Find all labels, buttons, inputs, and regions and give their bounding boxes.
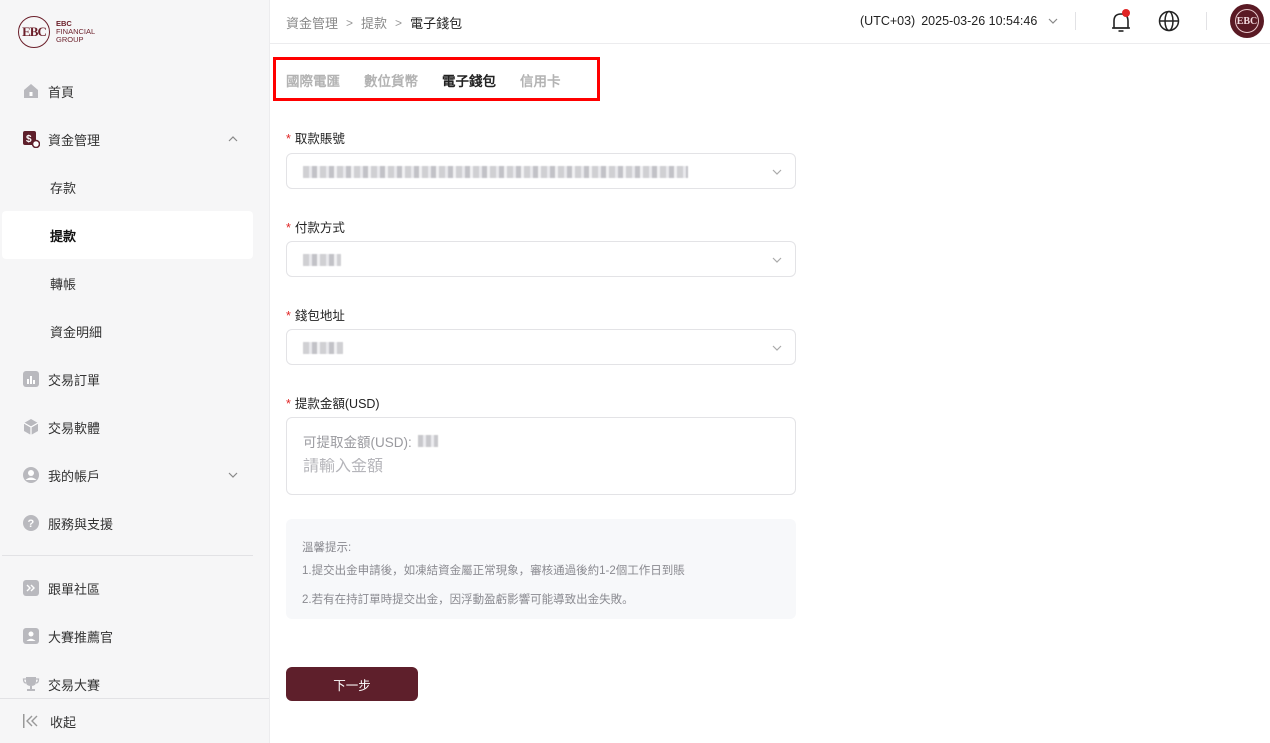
chevron-down-icon [772,169,782,175]
sidebar-item-label: 跟單社區 [48,581,101,597]
logo-text: EBC FINANCIAL GROUP [56,19,96,44]
chevron-down-icon [772,257,782,263]
collapse-sidebar-button[interactable]: 收起 [0,698,269,743]
sidebar-item-trade-orders[interactable]: 交易訂單 [0,355,269,403]
sidebar-item-label: 交易訂單 [48,372,101,388]
sidebar-item-fund-management[interactable]: $ 資金管理 [0,115,269,163]
cube-icon [22,418,40,436]
topbar-divider [1206,12,1207,30]
chevron-down-icon [772,345,782,351]
sidebar-item-transfer[interactable]: 轉帳 [0,259,269,307]
user-icon [22,466,40,484]
sidebar-item-withdraw[interactable]: 提款 [2,211,253,259]
payment-method-select[interactable] [286,241,796,277]
avatar-logo: EBC [1235,9,1259,33]
sidebar-item-label: 交易大賽 [48,677,101,693]
redacted-value [303,342,343,354]
sidebar: EBC EBC FINANCIAL GROUP 首頁 $ 資金管理 存款 提款 … [0,0,270,743]
sidebar-item-label: 首頁 [48,84,75,100]
trophy-icon [22,675,40,693]
wallet-address-select[interactable] [286,329,796,365]
collapse-label: 收起 [50,714,77,730]
available-amount: 可提取金額(USD): [303,431,438,451]
sidebar-item-label: 服務與支援 [48,516,114,532]
next-step-button[interactable]: 下一步 [286,667,418,701]
wallet-address-label: * 錢包地址 [286,309,345,323]
tab-credit-card[interactable]: 信用卡 [520,70,561,90]
sidebar-nav: 首頁 $ 資金管理 存款 提款 轉帳 資金明細 交易訂單 交易軟體 我的帳戶 ?… [0,67,269,547]
sidebar-nav-secondary: 跟單社區 大賽推薦官 交易大賽 [0,564,269,708]
redacted-value [303,254,341,266]
home-icon [22,82,40,100]
breadcrumb-separator: > [346,15,354,30]
help-icon: ? [22,514,40,532]
chevron-down-icon [228,472,238,478]
chevron-up-icon [228,136,238,142]
globe-icon[interactable] [1158,10,1180,32]
breadcrumb-fund-management[interactable]: 資金管理 [286,13,338,32]
withdraw-account-select[interactable] [286,153,796,189]
breadcrumb-ewallet: 電子錢包 [410,16,463,31]
sidebar-item-support[interactable]: ? 服務與支援 [0,499,269,547]
collapse-icon [22,712,40,730]
svg-text:?: ? [28,518,35,530]
notice-line-2: 2.若有在持訂單時提交出金，因浮動盈虧影響可能導致出金失敗。 [302,594,634,606]
chart-icon [22,370,40,388]
breadcrumb-separator: > [395,15,403,30]
breadcrumb: 資金管理 > 提款 > 電子錢包 [286,13,462,32]
sidebar-item-trade-software[interactable]: 交易軟體 [0,403,269,451]
referral-icon [22,627,40,645]
logo-mark: EBC [18,16,50,48]
sidebar-item-label: 交易軟體 [48,420,101,436]
breadcrumb-withdraw[interactable]: 提款 [361,13,387,32]
sidebar-item-label: 資金管理 [48,132,101,148]
topbar-divider [1075,12,1076,30]
tab-ewallet[interactable]: 電子錢包 [442,70,496,90]
amount-label: * 提款金額(USD) [286,397,380,411]
current-datetime: 2025-03-26 10:54:46 [921,14,1038,28]
notice-title: 溫馨提示: [302,542,352,554]
account-label: * 取款賬號 [286,132,345,146]
payment-method-tabs: 國際電匯 數位貨幣 電子錢包 信用卡 [286,70,585,90]
amount-input[interactable] [303,458,773,476]
sidebar-item-copy-trading[interactable]: 跟單社區 [0,564,269,612]
sidebar-divider [2,555,253,556]
fund-icon: $ [22,130,40,148]
copy-trade-icon [22,579,40,597]
sidebar-item-fund-details[interactable]: 資金明細 [0,307,269,355]
notification-dot [1122,9,1130,17]
brand-logo[interactable]: EBC EBC FINANCIAL GROUP [18,16,95,48]
sidebar-item-deposit[interactable]: 存款 [0,163,269,211]
timezone-selector[interactable]: (UTC+03) 2025-03-26 10:54:46 [860,14,1059,28]
redacted-value [303,166,688,178]
redacted-value [417,435,438,447]
notice-box: 溫馨提示: 1.提交出金申請後，如凍結資金屬正常現象，審核通過後約1-2個工作日… [286,519,796,619]
sidebar-item-label: 大賽推薦官 [48,629,114,645]
timezone-label: (UTC+03) [860,14,916,28]
sidebar-item-label: 我的帳戶 [48,468,101,484]
tab-crypto[interactable]: 數位貨幣 [364,70,418,90]
notice-line-1: 1.提交出金申請後，如凍結資金屬正常現象，審核通過後約1-2個工作日到賬 [302,565,685,577]
amount-field[interactable]: 可提取金額(USD): [286,417,796,495]
chevron-down-icon [1048,18,1058,24]
top-bar: 資金管理 > 提款 > 電子錢包 (UTC+03) 2025-03-26 10:… [270,0,1270,44]
tab-wire-transfer[interactable]: 國際電匯 [286,70,340,90]
svg-text:$: $ [26,134,32,145]
payment-method-label: * 付款方式 [286,221,345,235]
sidebar-item-my-account[interactable]: 我的帳戶 [0,451,269,499]
sidebar-item-referral[interactable]: 大賽推薦官 [0,612,269,660]
sidebar-item-home[interactable]: 首頁 [0,67,269,115]
avatar[interactable]: EBC [1230,4,1264,38]
